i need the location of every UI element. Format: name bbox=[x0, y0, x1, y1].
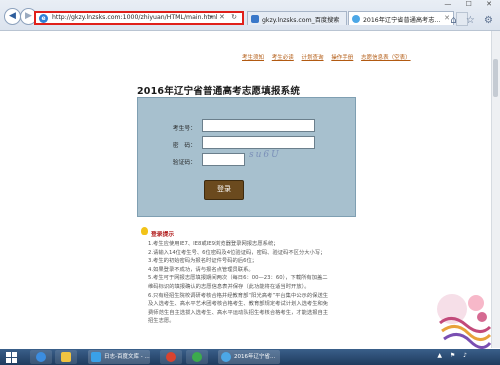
scrollbar-thumb[interactable] bbox=[493, 59, 498, 97]
toolbar-icons[interactable]: ⌂ ☆ ⚙ bbox=[450, 15, 496, 26]
taskbar-app-label: 2016年辽宁省... bbox=[234, 354, 276, 360]
app-taskbar-icon[interactable] bbox=[186, 350, 208, 364]
decoration-graphic bbox=[437, 294, 492, 349]
taskbar-app-label: 日志-百度文库 - ... bbox=[104, 354, 150, 360]
link-manual[interactable]: 操作手册 bbox=[331, 55, 353, 61]
taskbar: 日志-百度文库 - ... 2016年辽宁省... ▲ ⚑ ♪ bbox=[0, 349, 500, 365]
address-tools[interactable]: ▾ ✕ ↻ bbox=[209, 13, 239, 21]
captcha-input[interactable] bbox=[202, 153, 245, 166]
tab-label: gkzy.lnzsks.com_百度搜索 bbox=[262, 17, 340, 24]
password-label: 密 码： bbox=[172, 143, 196, 149]
login-button[interactable]: 登录 bbox=[204, 180, 244, 200]
windows-start-button[interactable] bbox=[6, 352, 17, 363]
list-item: 维码标识的填报确认的志愿信息表并保存（此功能将在适当时开放）。 bbox=[148, 283, 310, 290]
list-item: 5.考生可于网报志愿填报期间两次（每日6：00—23：60），下载所有加盖二 bbox=[148, 275, 328, 282]
captcha-label: 验证码： bbox=[172, 160, 196, 166]
vertical-scrollbar[interactable] bbox=[491, 31, 500, 348]
arrow-right-icon: ▶ bbox=[25, 11, 32, 21]
exam-id-input[interactable] bbox=[202, 119, 315, 132]
baidu-icon bbox=[251, 15, 259, 23]
folder-taskbar-icon[interactable] bbox=[55, 350, 77, 364]
page-title: 2016年辽宁省普通高考志愿填报系统 bbox=[137, 86, 301, 97]
tips-heading: 登录提示 bbox=[151, 232, 175, 238]
ie-icon: e bbox=[39, 14, 48, 23]
lightbulb-icon bbox=[141, 227, 148, 235]
back-button[interactable]: ◀ bbox=[4, 8, 21, 25]
taskbar-app-baidu-wenku[interactable]: 日志-百度文库 - ... bbox=[88, 350, 150, 364]
captcha-image[interactable]: su6U bbox=[249, 150, 281, 160]
address-bar[interactable]: e http://gkzy.lnzsks.com:1000/zhiyuan/HT… bbox=[34, 11, 244, 25]
address-url[interactable]: http://gkzy.lnzsks.com:1000/zhiyuan/HTML… bbox=[52, 14, 218, 21]
taskbar-app-gaokao[interactable]: 2016年辽宁省... bbox=[218, 350, 280, 364]
link-plan-query[interactable]: 计划查询 bbox=[302, 55, 324, 61]
system-tray[interactable]: ▲ ⚑ ♪ bbox=[437, 352, 470, 359]
tab-label: 2016年辽宁省普通高考志... bbox=[363, 17, 441, 24]
list-item: 6.只有经招生院校调研考核合格并经教育部“阳光高考”平台集中公示的保送生 bbox=[148, 292, 329, 299]
list-item: 招生志愿。 bbox=[148, 318, 175, 325]
link-info-form[interactable]: 志愿信息表（空表） bbox=[361, 55, 411, 61]
list-item: 2.请输入14位考生号、6位密码及4位验证码，密码、验证码不区分大小写； bbox=[148, 249, 326, 256]
arrow-left-icon: ◀ bbox=[9, 11, 16, 21]
tab-gaokao-system[interactable]: 2016年辽宁省普通高考志... ✕ bbox=[348, 11, 454, 25]
window-buttons[interactable]: — ☐ ✕ bbox=[444, 0, 498, 8]
list-item: 1.考生应使用IE7、IE8或IE9浏览器登录网报志愿系统； bbox=[148, 241, 279, 247]
exam-id-label: 考生号： bbox=[172, 126, 196, 132]
list-item: 4.如果登录不成功，请与报名点管理员联系。 bbox=[148, 266, 254, 273]
top-links: 考生须知 考生必读 计划查询 操作手册 志愿信息表（空表） bbox=[242, 53, 417, 61]
tips-list: 1.考生应使用IE7、IE8或IE9浏览器登录网报志愿系统； 2.请输入14位考… bbox=[141, 240, 365, 326]
close-icon[interactable]: ✕ bbox=[444, 14, 450, 22]
login-tips: 登录提示 1.考生应使用IE7、IE8或IE9浏览器登录网报志愿系统； 2.请输… bbox=[141, 227, 365, 326]
browser-chrome: ◀ ▶ e http://gkzy.lnzsks.com:1000/zhiyua… bbox=[0, 0, 500, 31]
list-item: 3.考生的初始密码为报名时证件号码的后6位； bbox=[148, 258, 258, 265]
ie-taskbar-icon[interactable] bbox=[30, 350, 52, 364]
list-item: 费师范生自主选拔入选考生、高水平运动队招生考核合格考生，才能选报自主 bbox=[148, 309, 329, 316]
password-input[interactable] bbox=[202, 136, 315, 149]
link-must-read[interactable]: 考生必读 bbox=[272, 55, 294, 61]
app-taskbar-icon[interactable] bbox=[160, 350, 182, 364]
tab-baidu-search[interactable]: gkzy.lnzsks.com_百度搜索 bbox=[247, 11, 347, 25]
list-item: 及入选考生、高水平艺术团考核合格考生、教育部规定考试计划入选考生和免 bbox=[148, 301, 329, 308]
site-icon bbox=[352, 15, 360, 23]
link-exam-notice[interactable]: 考生须知 bbox=[242, 55, 264, 61]
